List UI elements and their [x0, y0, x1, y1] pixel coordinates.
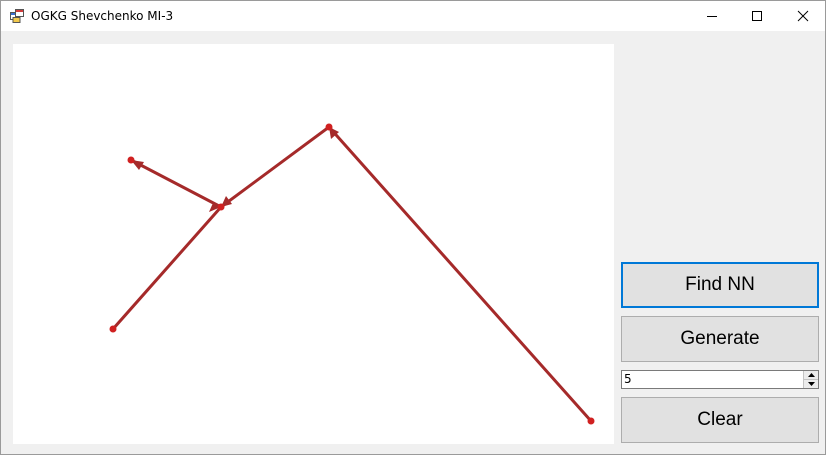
find-nn-button[interactable]: Find NN — [621, 262, 819, 308]
spin-down-button[interactable] — [803, 380, 818, 388]
graph-point — [127, 156, 135, 164]
count-value[interactable]: 5 — [624, 372, 632, 386]
close-button[interactable] — [780, 1, 826, 31]
graph-point — [325, 123, 333, 131]
drawing-canvas[interactable] — [13, 44, 614, 444]
spin-up-button[interactable] — [803, 371, 818, 380]
close-icon — [797, 10, 809, 22]
minimize-icon — [707, 16, 717, 17]
graph-point — [109, 325, 117, 333]
graph-edge — [219, 125, 331, 209]
app-window: OGKG Shevchenko MI-3 Find NN Generate 5 … — [0, 0, 826, 455]
graph-edge — [327, 125, 593, 423]
generate-button[interactable]: Generate — [621, 316, 819, 362]
minimize-button[interactable] — [689, 1, 735, 31]
graph-edge — [129, 158, 223, 209]
maximize-button[interactable] — [734, 1, 780, 31]
nn-graph — [109, 123, 595, 425]
maximize-icon — [752, 11, 762, 21]
title-bar[interactable]: OGKG Shevchenko MI-3 — [1, 1, 825, 31]
count-stepper[interactable]: 5 — [621, 370, 819, 389]
window-title: OGKG Shevchenko MI-3 — [31, 9, 174, 23]
chevron-down-icon — [807, 382, 815, 386]
graph-point — [587, 417, 595, 425]
graph-point — [217, 203, 225, 211]
app-window-icon — [10, 9, 24, 23]
graph-edge — [111, 205, 223, 331]
clear-button[interactable]: Clear — [621, 397, 819, 443]
chevron-up-icon — [807, 373, 815, 377]
